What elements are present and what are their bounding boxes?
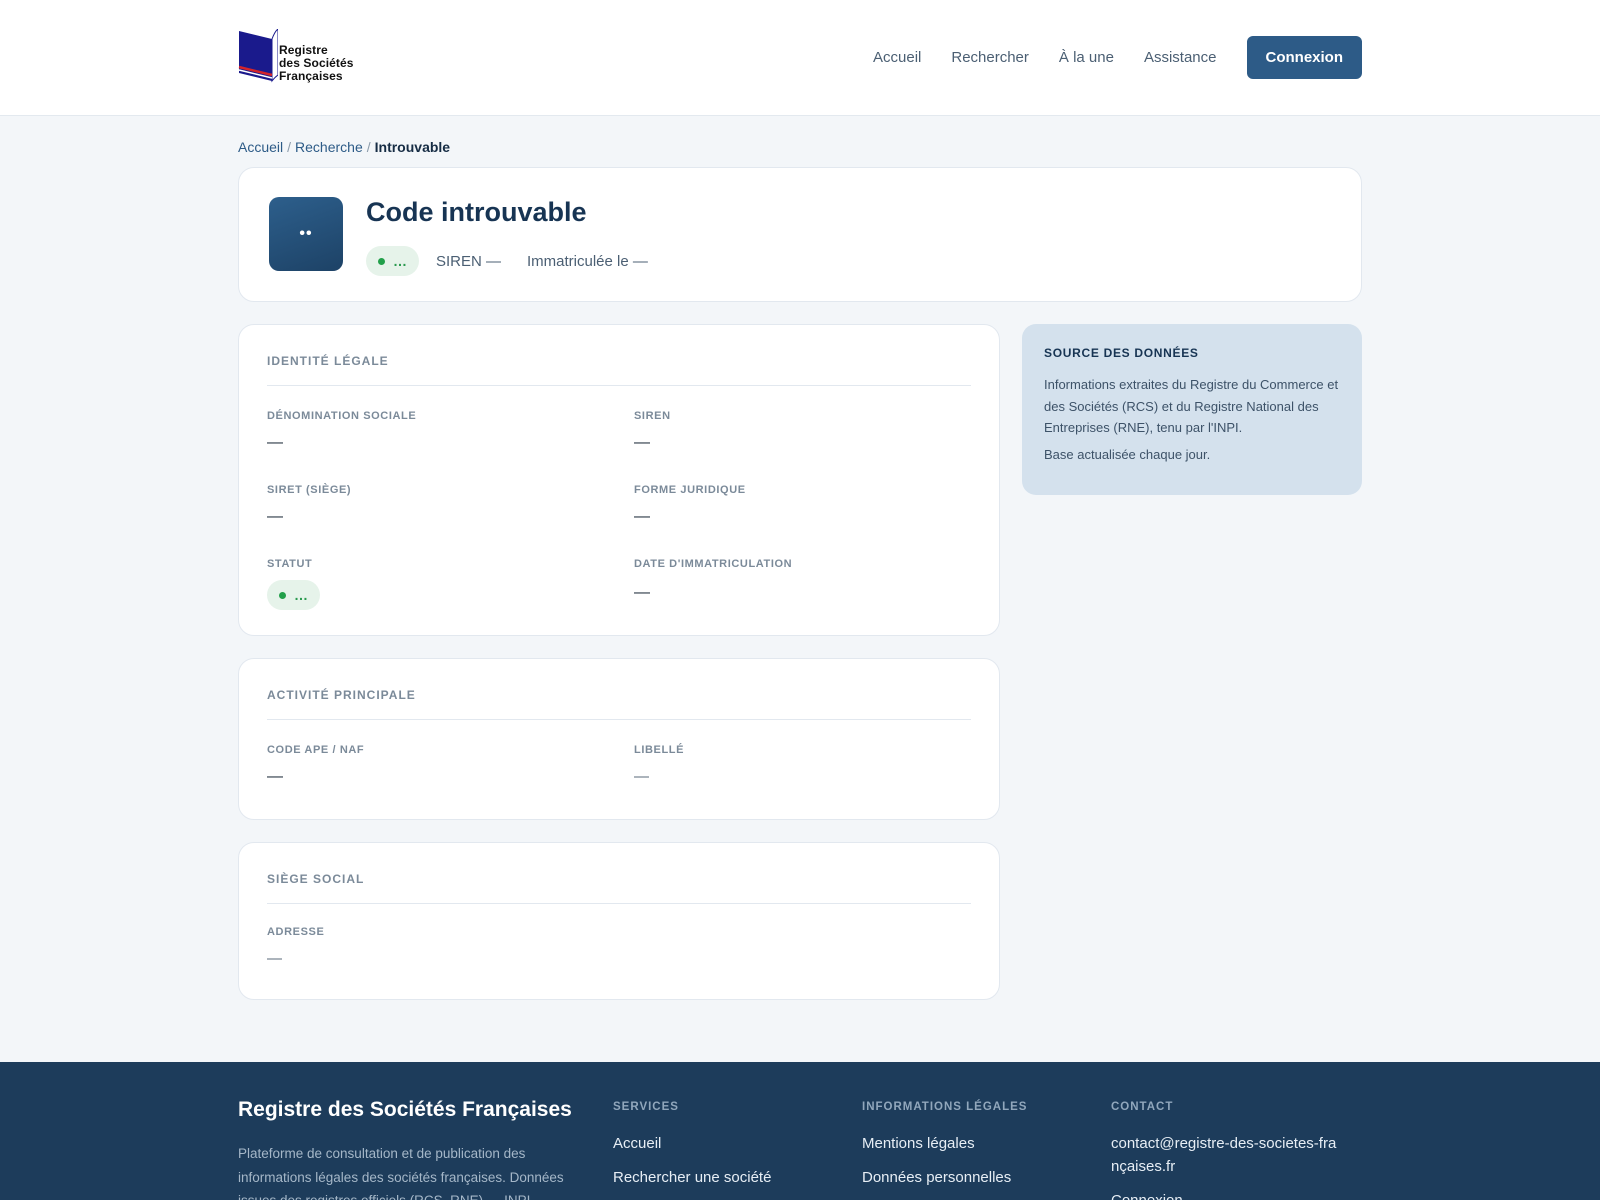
company-meta: … SIREN — Immatriculée le —: [366, 246, 648, 276]
book-logo-icon: [238, 29, 278, 83]
field-label: LIBELLÉ: [634, 744, 685, 756]
field-label: FORME JURIDIQUE: [634, 484, 746, 496]
field-label: STATUT: [267, 558, 313, 570]
field-siren: SIREN —: [634, 410, 671, 452]
breadcrumb-current: Introuvable: [374, 139, 451, 155]
field-label: DATE D'IMMATRICULATION: [634, 558, 793, 570]
field-adresse: ADRESSE —: [267, 926, 324, 967]
field-label: SIREN: [634, 410, 671, 422]
field-denomination: DÉNOMINATION SOCIALE —: [267, 410, 416, 452]
source-title: SOURCE DES DONNÉES: [1044, 346, 1199, 360]
logo-wordmark: Registre des Sociétés Françaises: [279, 43, 354, 83]
field-code-ape: CODE APE / NAF —: [267, 744, 364, 786]
status-dot-icon: [279, 591, 286, 599]
footer-legal: INFORMATIONS LÉGALES Mentions légales Do…: [862, 1101, 1027, 1200]
status-dot-icon: [378, 257, 385, 265]
section-title: ACTIVITÉ PRINCIPALE: [267, 688, 416, 702]
field-label: DÉNOMINATION SOCIALE: [267, 410, 417, 422]
section-divider: [267, 719, 971, 720]
main-nav: Accueil Rechercher À la une Assistance C…: [843, 36, 1362, 79]
registration-date-meta: Immatriculée le —: [527, 252, 648, 270]
field-value: —: [267, 434, 283, 451]
siren-meta: SIREN —: [436, 252, 502, 270]
field-value: —: [634, 768, 649, 785]
company-avatar: ••: [269, 197, 343, 271]
main-activity-section: ACTIVITÉ PRINCIPALE CODE APE / NAF — LIB…: [238, 658, 1000, 820]
field-value: —: [634, 434, 650, 451]
legal-identity-section: IDENTITÉ LÉGALE DÉNOMINATION SOCIALE — S…: [238, 324, 1000, 636]
data-source-panel: SOURCE DES DONNÉES Informations extraite…: [1022, 324, 1362, 495]
footer-column-title: INFORMATIONS LÉGALES: [862, 1101, 1028, 1113]
source-update-note: Base actualisée chaque jour.: [1044, 446, 1211, 462]
footer-contact: CONTACT contact@registre-des-societes-fr…: [1111, 1101, 1341, 1200]
breadcrumb-link-accueil[interactable]: Accueil: [238, 139, 283, 155]
source-description: Informations extraites du Registre du Co…: [1044, 377, 1339, 435]
field-statut: STATUT …: [267, 558, 320, 610]
section-divider: [267, 385, 971, 386]
field-siret: SIRET (SIÈGE) —: [267, 484, 351, 526]
status-badge-text: …: [393, 253, 407, 269]
field-value: —: [267, 950, 282, 967]
footer-contact-email[interactable]: contact@registre-des-societes-françaises…: [1111, 1132, 1341, 1178]
footer-column-title: CONTACT: [1111, 1101, 1174, 1113]
field-label: ADRESSE: [267, 926, 325, 938]
status-badge-text: …: [294, 587, 308, 603]
nav-link-accueil[interactable]: Accueil: [873, 37, 921, 79]
breadcrumb-link-recherche[interactable]: Recherche: [295, 139, 363, 155]
site-logo[interactable]: Registre des Sociétés Françaises: [238, 29, 368, 85]
field-date-immatriculation: DATE D'IMMATRICULATION —: [634, 558, 792, 602]
section-title: IDENTITÉ LÉGALE: [267, 354, 389, 368]
field-libelle: LIBELLÉ —: [634, 744, 684, 785]
footer-column-title: SERVICES: [613, 1101, 679, 1113]
field-label: CODE APE / NAF: [267, 744, 365, 756]
login-button[interactable]: Connexion: [1246, 36, 1362, 79]
footer-link-donnees[interactable]: Données personnelles: [862, 1166, 1027, 1189]
section-title: SIÈGE SOCIAL: [267, 872, 365, 886]
breadcrumb-separator: /: [287, 139, 292, 155]
page-title: Code introuvable: [366, 197, 587, 227]
status-badge: …: [267, 580, 320, 610]
footer-brand: Registre des Sociétés Françaises: [238, 1098, 572, 1121]
field-value: —: [634, 584, 650, 601]
status-badge: …: [366, 246, 419, 276]
breadcrumb-separator: /: [366, 139, 371, 155]
footer-link-mentions[interactable]: Mentions légales: [862, 1132, 1027, 1155]
company-header-card: •• Code introuvable … SIREN — Immatricul…: [238, 167, 1362, 302]
section-divider: [267, 903, 971, 904]
site-footer: Registre des Sociétés Françaises Platefo…: [0, 1062, 1600, 1200]
nav-link-rechercher[interactable]: Rechercher: [951, 37, 1029, 79]
site-header: Registre des Sociétés Françaises Accueil…: [0, 0, 1600, 116]
head-office-section: SIÈGE SOCIAL ADRESSE —: [238, 842, 1000, 1000]
field-value: —: [267, 508, 283, 525]
footer-description: Plateforme de consultation et de publica…: [238, 1146, 564, 1200]
field-forme-juridique: FORME JURIDIQUE —: [634, 484, 746, 526]
field-value: —: [267, 768, 283, 785]
nav-link-a-la-une[interactable]: À la une: [1059, 37, 1114, 79]
field-value: —: [634, 508, 650, 525]
footer-link-connexion[interactable]: Connexion: [1111, 1189, 1341, 1200]
breadcrumb: Accueil / Recherche / Introuvable: [238, 139, 450, 155]
footer-services: SERVICES Accueil Rechercher une société: [613, 1101, 771, 1200]
footer-link-accueil[interactable]: Accueil: [613, 1132, 771, 1155]
footer-link-rechercher[interactable]: Rechercher une société: [613, 1166, 771, 1189]
field-label: SIRET (SIÈGE): [267, 484, 352, 496]
nav-link-assistance[interactable]: Assistance: [1144, 37, 1217, 79]
